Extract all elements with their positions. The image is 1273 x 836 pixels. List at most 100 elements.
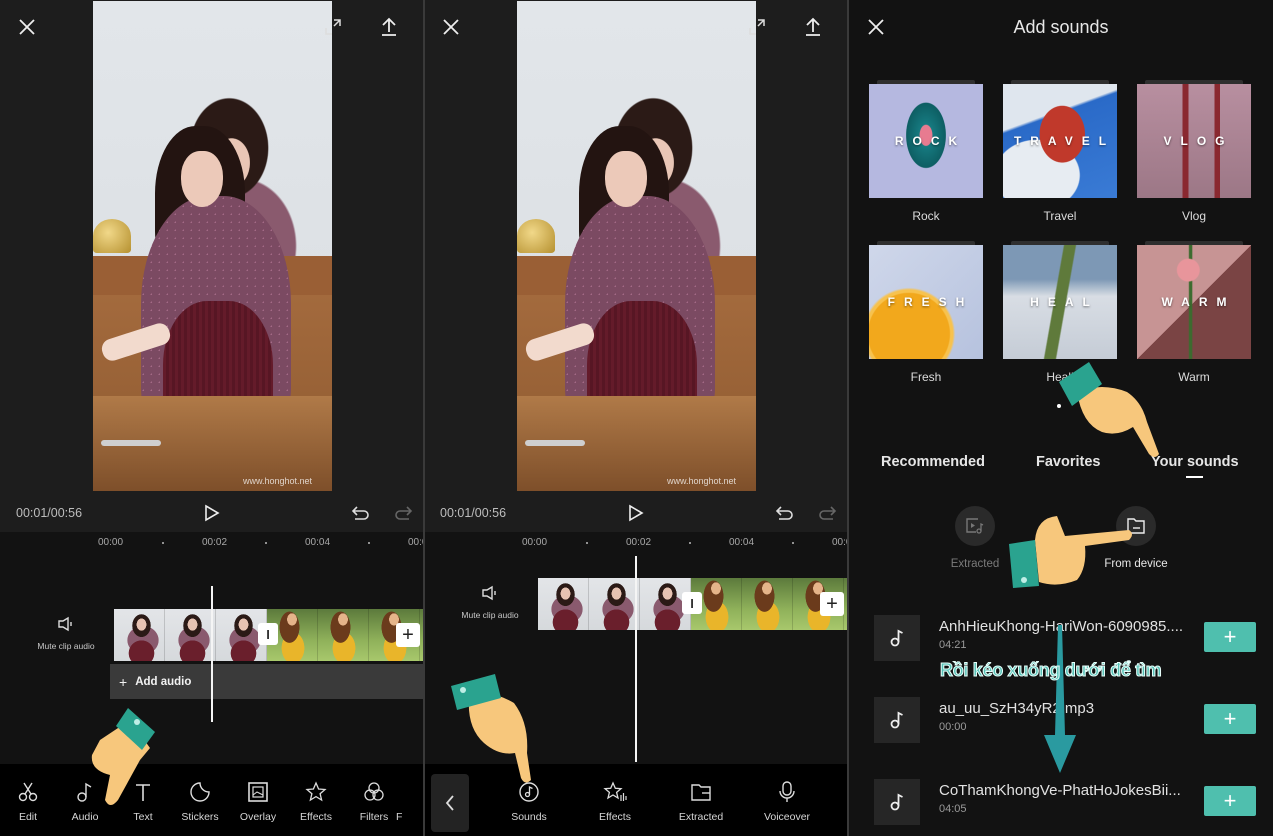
tab-your-sounds[interactable]: Your sounds bbox=[1151, 454, 1239, 470]
sound-effects-icon bbox=[603, 781, 627, 801]
add-audio-button[interactable]: + Add audio bbox=[110, 664, 423, 699]
fullscreen-button[interactable] bbox=[742, 12, 772, 42]
add-clip-button[interactable]: + bbox=[820, 592, 844, 616]
close-button[interactable] bbox=[12, 12, 42, 42]
playhead[interactable] bbox=[635, 556, 637, 762]
ruler-tick: 00:02 bbox=[202, 537, 228, 548]
category-warm[interactable]: WARM Warm bbox=[1137, 241, 1251, 384]
mute-clip-audio-button[interactable]: Mute clip audio bbox=[460, 585, 520, 620]
category-thumbnail: FRESH bbox=[869, 245, 983, 359]
add-song-button[interactable]: + bbox=[1204, 786, 1256, 816]
song-name: AnhHieuKhong-HariWon-6090985.... bbox=[939, 618, 1184, 635]
tool-overlay[interactable]: Overlay bbox=[230, 780, 286, 823]
fullscreen-button[interactable] bbox=[318, 12, 348, 42]
playhead[interactable] bbox=[211, 586, 213, 722]
category-name: Rock bbox=[912, 209, 940, 223]
category-healing[interactable]: HEAL Heali bbox=[1003, 241, 1117, 384]
tool-audio[interactable]: Audio bbox=[57, 780, 113, 823]
redo-button[interactable] bbox=[390, 500, 416, 526]
tool-edit[interactable]: Edit bbox=[0, 780, 56, 823]
export-icon bbox=[806, 17, 820, 36]
category-rock[interactable]: ROCK Rock bbox=[869, 80, 983, 223]
ruler-tick: 00:04 bbox=[729, 537, 755, 548]
undo-button[interactable] bbox=[348, 500, 374, 526]
device-folder-icon bbox=[1127, 518, 1145, 534]
category-overlay-text: VLOG bbox=[1163, 134, 1234, 148]
tool-more[interactable]: F bbox=[396, 780, 423, 823]
category-fresh[interactable]: FRESH Fresh bbox=[869, 241, 983, 384]
category-vlog[interactable]: VLOG Vlog bbox=[1137, 80, 1251, 223]
play-button[interactable] bbox=[199, 500, 225, 526]
close-button[interactable] bbox=[436, 12, 466, 42]
tool-extracted[interactable]: Extracted bbox=[673, 780, 729, 823]
fullscreen-icon bbox=[325, 19, 341, 35]
scissors-icon bbox=[18, 782, 38, 802]
undo-button[interactable] bbox=[772, 500, 798, 526]
category-thumbnail: TRAVEL bbox=[1003, 84, 1117, 198]
folder-icon bbox=[691, 784, 711, 801]
play-button[interactable] bbox=[623, 500, 649, 526]
song-item[interactable]: au_uu_SzH34yR2.mp3 00:00 + bbox=[874, 697, 1256, 743]
add-song-button[interactable]: + bbox=[1204, 622, 1256, 652]
microphone-icon bbox=[779, 781, 795, 802]
tool-label: Voiceover bbox=[763, 811, 811, 823]
tutorial-collage: www.honghot.net 00:01/00:56 00:00 00:02 … bbox=[0, 0, 1273, 836]
music-note-icon bbox=[77, 782, 92, 802]
timeline-ruler: 00:00 00:02 00:04 00:0 bbox=[425, 534, 847, 554]
tool-label: Sounds bbox=[511, 811, 547, 823]
audio-toolbar: Sounds Effects Extracted Voiceover bbox=[425, 764, 847, 836]
category-overlay-text: TRAVEL bbox=[1013, 134, 1116, 148]
add-song-button[interactable]: + bbox=[1204, 704, 1256, 734]
extract-video-icon bbox=[966, 518, 984, 534]
song-item[interactable]: CoThamKhongVe-PhatHoJokesBii... 04:05 + bbox=[874, 779, 1256, 825]
source-from-device-button[interactable]: From device bbox=[1096, 506, 1176, 570]
category-overlay-text: ROCK bbox=[894, 134, 967, 148]
tool-voiceover[interactable]: Voiceover bbox=[759, 780, 815, 823]
music-disc-icon bbox=[519, 782, 539, 802]
category-thumbnail: HEAL bbox=[1003, 245, 1117, 359]
fullscreen-icon bbox=[749, 19, 765, 35]
ruler-tick: 00:00 bbox=[98, 537, 124, 548]
tool-sound-effects[interactable]: Effects bbox=[587, 780, 643, 823]
ruler-tick: 00:0 bbox=[832, 537, 847, 548]
export-icon bbox=[382, 17, 396, 36]
category-overlay-text: FRESH bbox=[887, 295, 974, 309]
song-item[interactable]: AnhHieuKhong-HariWon-6090985.... 04:21 + bbox=[874, 615, 1256, 661]
tab-favorites[interactable]: Favorites bbox=[1036, 454, 1100, 470]
add-audio-label: Add audio bbox=[135, 675, 192, 688]
category-overlay-text: WARM bbox=[1161, 295, 1236, 309]
active-tab-indicator bbox=[1186, 476, 1203, 478]
category-name: Fresh bbox=[910, 370, 942, 384]
tool-filters[interactable]: Filters bbox=[346, 780, 402, 823]
tool-label: F bbox=[396, 811, 403, 823]
back-button[interactable] bbox=[431, 774, 469, 832]
export-button[interactable] bbox=[374, 12, 404, 42]
tab-recommended[interactable]: Recommended bbox=[881, 454, 985, 470]
transition-button[interactable]: I bbox=[258, 623, 278, 645]
redo-button[interactable] bbox=[814, 500, 840, 526]
play-icon bbox=[629, 504, 644, 522]
close-icon bbox=[19, 19, 35, 35]
tool-label: Overlay bbox=[239, 811, 277, 823]
mute-clip-audio-button[interactable]: Mute clip audio bbox=[36, 616, 96, 651]
watermark: www.honghot.net bbox=[666, 476, 736, 486]
category-name: Warm bbox=[1178, 370, 1210, 384]
tool-stickers[interactable]: Stickers bbox=[172, 780, 228, 823]
ruler-tick: 00:04 bbox=[305, 537, 331, 548]
ruler-tick: 00:00 bbox=[522, 537, 548, 548]
category-name: Travel bbox=[1043, 209, 1077, 223]
export-button[interactable] bbox=[798, 12, 828, 42]
tool-label: Text bbox=[133, 811, 153, 823]
transition-button[interactable]: I bbox=[682, 592, 702, 614]
tool-text[interactable]: Text bbox=[115, 780, 171, 823]
tool-effects[interactable]: Effects bbox=[288, 780, 344, 823]
chevron-left-icon bbox=[445, 795, 454, 811]
add-sounds-panel: Add sounds ROCK Rock TRAVEL Travel VLOG … bbox=[849, 0, 1273, 836]
tool-sounds[interactable]: Sounds bbox=[501, 780, 557, 823]
add-clip-button[interactable]: + bbox=[396, 623, 420, 647]
source-extracted-button[interactable]: Extracted bbox=[935, 506, 1015, 570]
panel-divider bbox=[847, 0, 849, 836]
sticker-icon bbox=[190, 782, 210, 802]
category-travel[interactable]: TRAVEL Travel bbox=[1003, 80, 1117, 223]
close-icon bbox=[443, 19, 459, 35]
